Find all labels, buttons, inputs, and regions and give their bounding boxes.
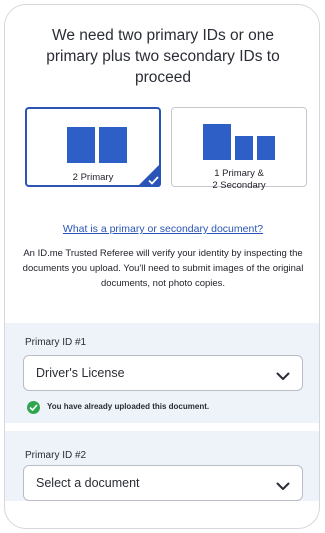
primary-secondary-help-link[interactable]: What is a primary or secondary document? <box>5 223 319 235</box>
option-label-line2: 2 Secondary <box>212 180 266 191</box>
document-block-icon <box>67 127 95 163</box>
upload-status-text: You have already uploaded this document. <box>47 402 210 411</box>
primary-id-1-select[interactable]: Driver's License <box>23 355 303 391</box>
primary-id-1-label: Primary ID #1 <box>25 337 87 348</box>
chevron-down-icon <box>276 478 290 496</box>
option-label: 2 Primary <box>72 172 114 183</box>
info-text: An ID.me Trusted Referee will verify you… <box>22 248 304 289</box>
chevron-down-icon <box>276 368 290 386</box>
option-label-line1: 1 Primary & <box>214 168 264 179</box>
primary-id-1-value: Driver's License <box>36 366 125 380</box>
document-block-icon <box>257 136 275 160</box>
document-block-icon <box>235 136 253 160</box>
primary-id-2-section: Primary ID #2 Select a document <box>5 431 319 501</box>
page-title: We need two primary IDs or one primary p… <box>46 27 280 86</box>
check-circle-icon <box>27 401 40 414</box>
primary-id-2-placeholder: Select a document <box>36 476 140 490</box>
phone-frame: We need two primary IDs or one primary p… <box>4 4 320 529</box>
primary-id-2-label: Primary ID #2 <box>25 450 87 461</box>
option-1-primary-2-secondary[interactable]: 1 Primary & 2 Secondary <box>171 107 307 191</box>
document-block-icon <box>203 124 231 160</box>
option-2-primary[interactable]: 2 Primary <box>25 107 161 187</box>
primary-id-2-select[interactable]: Select a document <box>23 465 303 501</box>
document-block-icon <box>99 127 127 163</box>
